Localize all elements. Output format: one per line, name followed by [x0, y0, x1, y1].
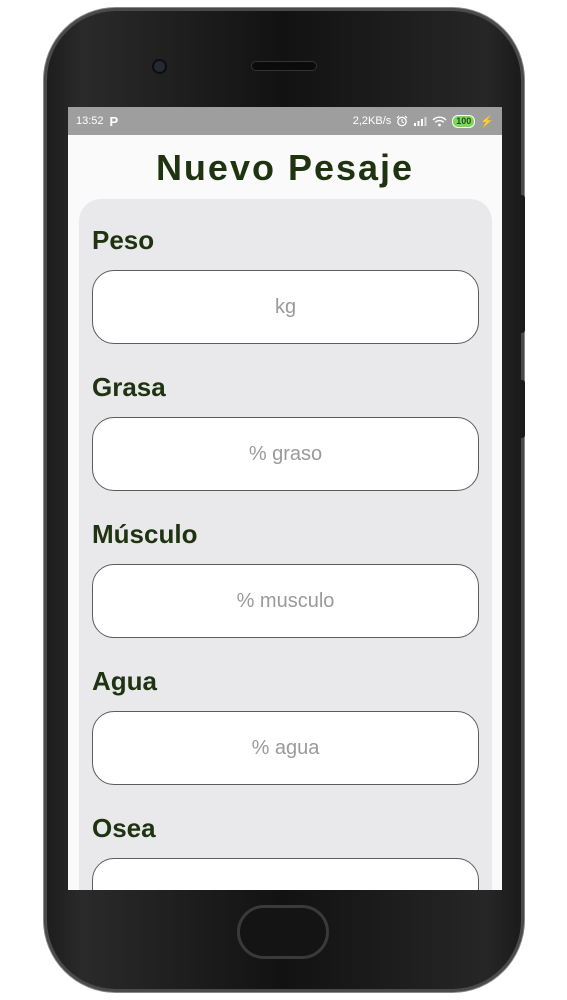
musculo-input[interactable]: % musculo — [92, 564, 479, 638]
volume-button — [520, 195, 525, 333]
musculo-label: Músculo — [92, 519, 198, 549]
home-button[interactable] — [237, 905, 329, 959]
osea-input[interactable] — [92, 858, 479, 890]
agua-label: Agua — [92, 666, 157, 696]
signal-icon — [414, 117, 427, 126]
speaker-grille — [252, 62, 316, 70]
grasa-label: Grasa — [92, 372, 166, 402]
form-card: Peso kg Grasa % graso Músculo % musculo … — [79, 199, 492, 890]
alarm-icon — [396, 115, 408, 127]
network-speed: 2,2KB/s — [352, 115, 392, 127]
status-time: 13:52 — [76, 115, 104, 127]
peso-input[interactable]: kg — [92, 270, 479, 344]
charging-icon: ⚡ — [480, 115, 494, 128]
front-camera-icon — [154, 61, 165, 72]
battery-icon: 100 — [452, 114, 476, 128]
page-title: Nuevo Pesaje — [155, 147, 415, 188]
grasa-input[interactable]: % graso — [92, 417, 479, 491]
parking-notification-icon: P — [109, 113, 119, 129]
peso-label: Peso — [92, 225, 155, 255]
screen: 13:52 P 2,2KB/s 100 ⚡ Nuevo Pesaje Peso … — [68, 107, 502, 890]
status-bar: 13:52 P 2,2KB/s 100 ⚡ — [68, 107, 502, 135]
wifi-icon — [432, 116, 447, 126]
power-button — [520, 380, 525, 438]
osea-label: Osea — [92, 813, 156, 843]
agua-input[interactable]: % agua — [92, 711, 479, 785]
